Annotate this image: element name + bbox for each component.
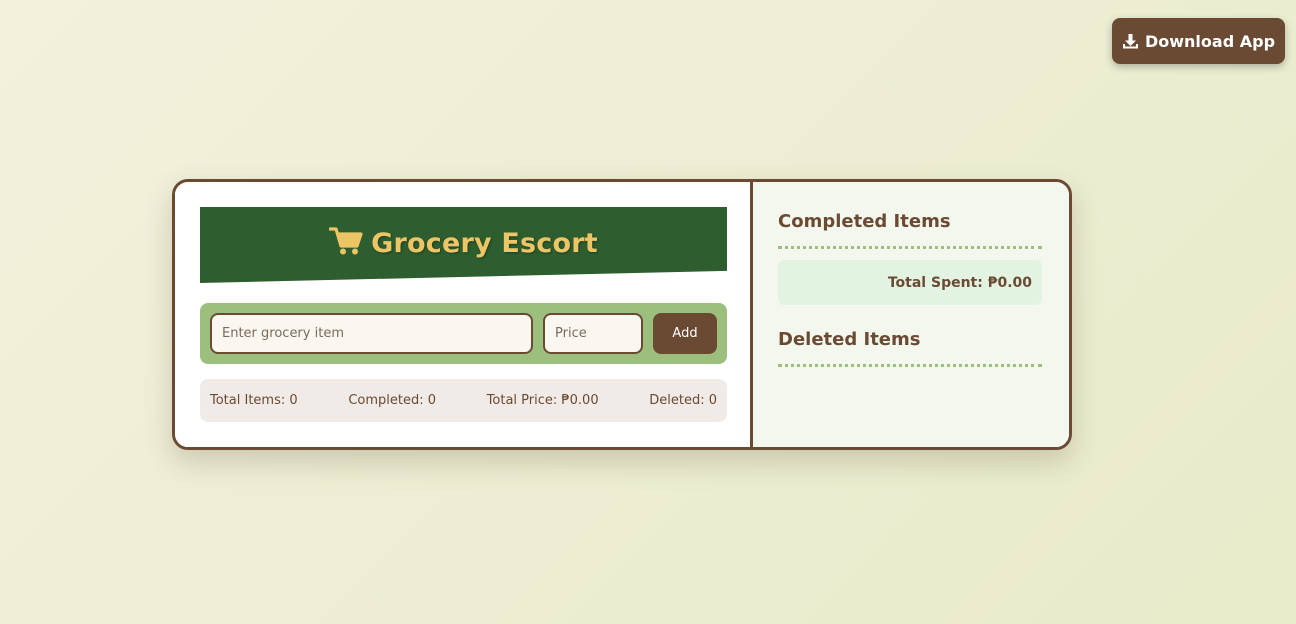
price-input[interactable] [543, 313, 643, 354]
stats-bar: Total Items: 0 Completed: 0 Total Price:… [200, 379, 727, 422]
main-panel: Grocery Escort Add Total Items: 0 Comple… [175, 182, 753, 447]
add-item-form: Add [200, 303, 727, 364]
completed-items-heading: Completed Items [778, 211, 951, 232]
total-spent-text: Total Spent: ₱0.00 [887, 274, 1032, 291]
completed-stat: Completed: 0 [348, 393, 436, 408]
deleted-items-heading: Deleted Items [778, 329, 921, 350]
total-spent-box: Total Spent: ₱0.00 [778, 260, 1042, 305]
download-icon [1122, 33, 1139, 50]
shopping-cart-icon [328, 226, 363, 260]
add-button[interactable]: Add [653, 313, 717, 354]
app-header: Grocery Escort [200, 207, 727, 283]
app-title: Grocery Escort [371, 227, 598, 259]
side-panel: Completed Items Total Spent: ₱0.00 Delet… [753, 182, 1069, 447]
deleted-divider [778, 364, 1042, 367]
total-items-stat: Total Items: 0 [210, 393, 298, 408]
download-app-button[interactable]: Download App [1112, 18, 1285, 64]
total-price-stat: Total Price: ₱0.00 [486, 393, 599, 408]
download-app-label: Download App [1144, 31, 1276, 51]
app-card: Grocery Escort Add Total Items: 0 Comple… [172, 179, 1072, 450]
grocery-item-input[interactable] [210, 313, 533, 354]
deleted-stat: Deleted: 0 [649, 393, 717, 408]
completed-divider [778, 246, 1042, 249]
